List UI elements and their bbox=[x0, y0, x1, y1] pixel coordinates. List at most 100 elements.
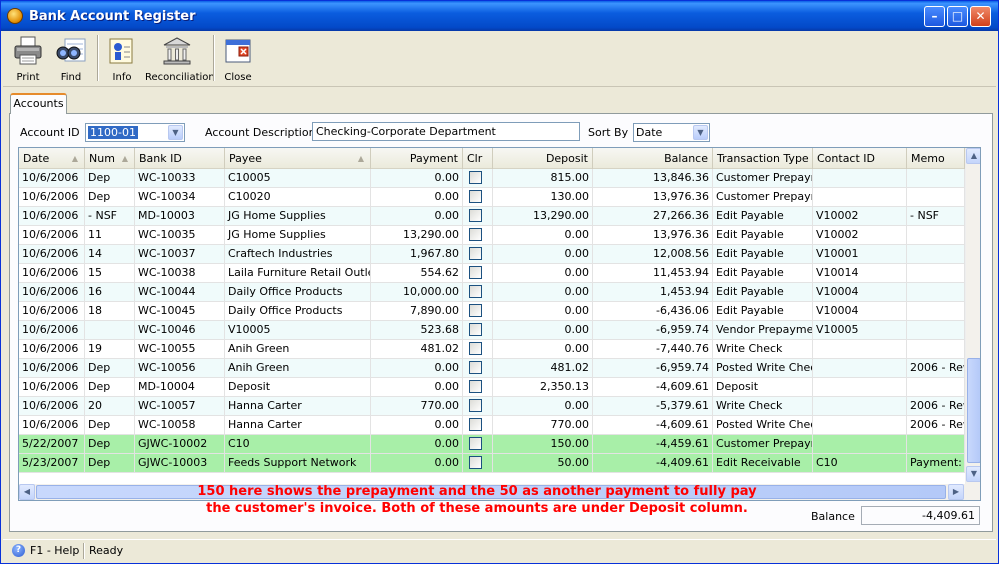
table-row[interactable]: 10/6/2006- NSF MD-10003 JG Home Supplies 0.… bbox=[19, 207, 965, 226]
cell-bank-id: GJWC-10003 bbox=[135, 454, 225, 473]
cleared-cell bbox=[463, 340, 493, 359]
table-row[interactable]: 10/6/2006 Dep WC-10033 C10005 0.00 815.00 13,8… bbox=[19, 169, 965, 188]
cell-payee: V10005 bbox=[225, 321, 371, 340]
chevron-down-icon[interactable]: ▼ bbox=[168, 125, 183, 140]
table-row[interactable]: 10/6/2006 14 WC-10037 Craftech Industries 1,… bbox=[19, 245, 965, 264]
cleared-checkbox[interactable] bbox=[469, 361, 482, 374]
reconciliation-label: Reconciliation bbox=[145, 72, 215, 83]
help-hint: F1 - Help bbox=[30, 544, 80, 557]
vertical-scroll-thumb[interactable] bbox=[967, 358, 980, 463]
cell-contact bbox=[813, 169, 907, 188]
column-header-date[interactable]: Date ▲ bbox=[19, 148, 85, 169]
cell-num: Dep bbox=[85, 188, 135, 207]
table-row[interactable]: 10/6/2006 19 WC-10055 Anih Green 481.02 0.00-… bbox=[19, 340, 965, 359]
cell-contact bbox=[813, 416, 907, 435]
cell-memo bbox=[907, 226, 965, 245]
cleared-checkbox[interactable] bbox=[469, 399, 482, 412]
close-button[interactable]: Close bbox=[219, 33, 257, 85]
scroll-left-icon[interactable]: ◀ bbox=[19, 484, 35, 500]
cell-balance: 1,453.94 bbox=[593, 283, 713, 302]
sort-by-value: Date bbox=[636, 126, 663, 139]
cell-balance: -6,959.74 bbox=[593, 359, 713, 378]
close-window-button[interactable]: ✕ bbox=[970, 6, 991, 27]
cleared-checkbox[interactable] bbox=[469, 285, 482, 298]
cell-payment: 0.00 bbox=[371, 207, 463, 226]
table-row[interactable]: 10/6/2006 18 WC-10045 Daily Office Products… bbox=[19, 302, 965, 321]
column-header-bank-id[interactable]: Bank ID bbox=[135, 148, 225, 169]
sort-by-combo[interactable]: Date ▼ bbox=[633, 123, 710, 142]
reconciliation-button[interactable]: Reconciliation bbox=[145, 33, 215, 85]
table-row[interactable]: 10/6/2006 20 WC-10057 Hanna Carter 770.00 0.0… bbox=[19, 397, 965, 416]
column-header-label: Memo bbox=[911, 152, 945, 165]
column-header-deposit[interactable]: Deposit bbox=[493, 148, 593, 169]
table-row[interactable]: 10/6/2006 16 WC-10044 Daily Office Products… bbox=[19, 283, 965, 302]
annotation-line-2: the customer's invoice. Both of these am… bbox=[206, 501, 748, 516]
table-row[interactable]: 10/6/2006 15 WC-10038 Laila Furniture Retai… bbox=[19, 264, 965, 283]
column-header-memo[interactable]: Memo bbox=[907, 148, 965, 169]
cell-date: 10/6/2006 bbox=[19, 188, 85, 207]
find-button[interactable]: Find bbox=[51, 33, 91, 85]
cleared-checkbox[interactable] bbox=[469, 171, 482, 184]
chevron-down-icon[interactable]: ▼ bbox=[693, 125, 708, 140]
column-header-num[interactable]: Num ▲ bbox=[85, 148, 135, 169]
bank-building-icon bbox=[161, 35, 193, 67]
table-row[interactable]: 10/6/2006 Dep WC-10058 Hanna Carter 0.00 770.… bbox=[19, 416, 965, 435]
column-header-payee[interactable]: Payee ▲ bbox=[225, 148, 371, 169]
cleared-checkbox[interactable] bbox=[469, 456, 482, 469]
account-id-combo[interactable]: 1100-01 ▼ bbox=[85, 123, 185, 142]
cleared-checkbox[interactable] bbox=[469, 304, 482, 317]
column-header-label: Date bbox=[23, 152, 50, 165]
scroll-down-icon[interactable]: ▼ bbox=[966, 466, 980, 482]
vertical-scrollbar[interactable]: ▲ ▼ bbox=[965, 148, 980, 484]
column-header-balance[interactable]: Balance bbox=[593, 148, 713, 169]
print-button[interactable]: Print bbox=[7, 33, 49, 85]
cell-memo: 2006 - Rew bbox=[907, 359, 965, 378]
cleared-cell bbox=[463, 245, 493, 264]
column-header-contact-id[interactable]: Contact ID bbox=[813, 148, 907, 169]
table-row[interactable]: 10/6/2006 WC-10046 V10005 523.68 0.00 -6,959.… bbox=[19, 321, 965, 340]
maximize-button[interactable]: □ bbox=[947, 6, 968, 27]
cell-balance: -4,459.61 bbox=[593, 435, 713, 454]
cell-date: 5/22/2007 bbox=[19, 435, 85, 454]
cleared-cell bbox=[463, 321, 493, 340]
app-icon bbox=[7, 8, 23, 24]
cleared-checkbox[interactable] bbox=[469, 437, 482, 450]
table-row[interactable]: 5/22/2007 Dep GJWC-10002 C10 0.00 150.00 -4,45… bbox=[19, 435, 965, 454]
table-row[interactable]: 10/6/2006 11 WC-10035 JG Home Supplies 13,29… bbox=[19, 226, 965, 245]
column-header-clr[interactable]: Clr bbox=[463, 148, 493, 169]
table-row[interactable]: 10/6/2006 Dep WC-10034 C10020 0.00 130.00 13,9… bbox=[19, 188, 965, 207]
cleared-checkbox[interactable] bbox=[469, 380, 482, 393]
cell-payee: Hanna Carter bbox=[225, 397, 371, 416]
cleared-checkbox[interactable] bbox=[469, 209, 482, 222]
cleared-checkbox[interactable] bbox=[469, 228, 482, 241]
tab-accounts[interactable]: Accounts bbox=[10, 93, 67, 114]
cell-bank-id: WC-10056 bbox=[135, 359, 225, 378]
cleared-checkbox[interactable] bbox=[469, 418, 482, 431]
cell-payee: Craftech Industries bbox=[225, 245, 371, 264]
cleared-checkbox[interactable] bbox=[469, 247, 482, 260]
table-row[interactable]: 10/6/2006 Dep MD-10004 Deposit 0.00 2,350.13-… bbox=[19, 378, 965, 397]
scroll-right-icon[interactable]: ▶ bbox=[948, 484, 964, 500]
account-description-field[interactable]: Checking-Corporate Department bbox=[312, 122, 580, 141]
title-bar: Bank Account Register – □ ✕ bbox=[1, 1, 998, 31]
cell-bank-id: WC-10037 bbox=[135, 245, 225, 264]
minimize-button[interactable]: – bbox=[924, 6, 945, 27]
cell-balance: -7,440.76 bbox=[593, 340, 713, 359]
cell-payee: C10005 bbox=[225, 169, 371, 188]
info-button[interactable]: Info bbox=[103, 33, 141, 85]
help-icon[interactable]: ? bbox=[12, 544, 25, 557]
column-header-payment[interactable]: Payment bbox=[371, 148, 463, 169]
table-row[interactable]: 5/23/2007 Dep GJWC-10003 Feeds Support Netw… bbox=[19, 454, 965, 473]
cleared-checkbox[interactable] bbox=[469, 323, 482, 336]
table-row[interactable]: 10/6/2006 Dep WC-10056 Anih Green 0.00 481.02… bbox=[19, 359, 965, 378]
cleared-checkbox[interactable] bbox=[469, 266, 482, 279]
scroll-up-icon[interactable]: ▲ bbox=[966, 148, 980, 164]
cleared-checkbox[interactable] bbox=[469, 342, 482, 355]
cell-contact: V10004 bbox=[813, 283, 907, 302]
column-header-transaction-type[interactable]: Transaction Type bbox=[713, 148, 813, 169]
find-label: Find bbox=[60, 72, 82, 83]
cell-num: 20 bbox=[85, 397, 135, 416]
cell-type: Edit Payable bbox=[713, 245, 813, 264]
balance-field: -4,409.61 bbox=[861, 506, 980, 525]
cleared-checkbox[interactable] bbox=[469, 190, 482, 203]
